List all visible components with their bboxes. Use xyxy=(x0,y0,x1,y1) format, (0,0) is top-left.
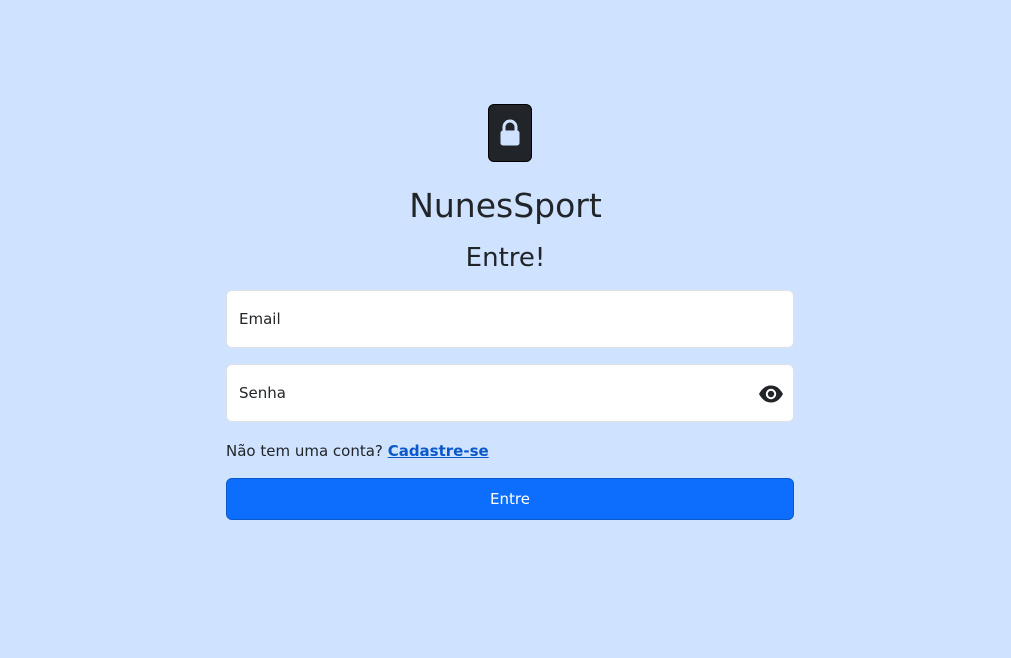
email-field-container xyxy=(226,290,794,348)
lock-icon xyxy=(488,104,532,162)
login-page: NunesSport Entre! Não tem uma conta? Cad… xyxy=(0,0,1011,658)
brand-title: NunesSport xyxy=(409,186,602,225)
email-field[interactable] xyxy=(227,291,793,347)
login-button[interactable]: Entre xyxy=(226,478,794,520)
password-field[interactable] xyxy=(227,365,793,421)
password-field-container xyxy=(226,364,794,422)
eye-icon[interactable] xyxy=(757,381,785,407)
signup-row: Não tem uma conta? Cadastre-se xyxy=(226,440,489,462)
login-heading: Entre! xyxy=(465,243,546,273)
signup-prompt: Não tem uma conta? xyxy=(226,442,383,460)
signup-link[interactable]: Cadastre-se xyxy=(388,442,489,460)
